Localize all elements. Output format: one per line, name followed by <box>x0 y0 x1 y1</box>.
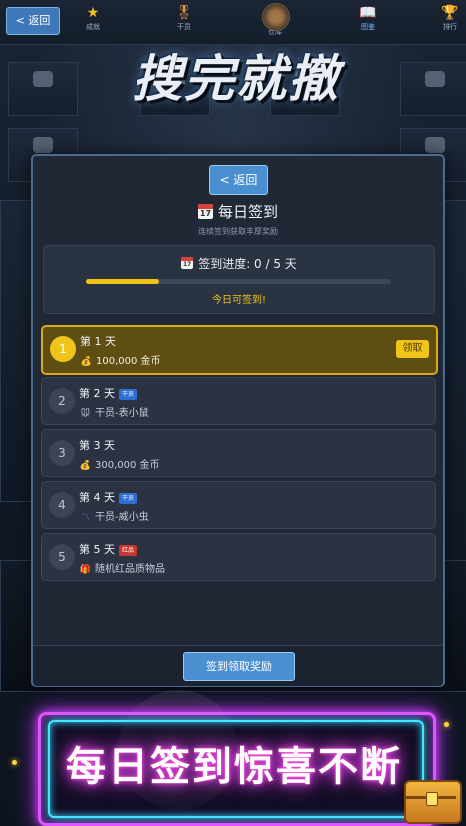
star-icon: ★ <box>86 5 100 21</box>
operator-tag: 干员 <box>119 389 138 400</box>
tab-codex[interactable]: 📖 图鉴 <box>343 4 393 32</box>
sparkle-icon <box>444 722 449 727</box>
promo-banner-text: 每日签到惊喜不断 <box>66 744 402 790</box>
background-shelf <box>0 200 32 502</box>
game-logo: 搜完就撤 <box>132 50 340 108</box>
medal-icon: 🎖 <box>175 5 193 21</box>
day-title: 第 4 天干员 <box>79 489 138 505</box>
tab-label: 成就 <box>86 23 100 31</box>
mouse-icon: 🐭 <box>80 409 91 419</box>
operator-tag: 干员 <box>119 493 138 504</box>
signin-day-row: 2 第 2 天干员 🐭 干员-表小鼠 <box>41 377 436 425</box>
day-reward: 💰 100,000 金币 <box>80 356 161 367</box>
dialog-title: 17 每日签到 <box>33 201 443 222</box>
dialog-back-button[interactable]: < 返回 <box>209 165 268 195</box>
progress-track <box>86 279 391 284</box>
dialog-title-text: 每日签到 <box>217 203 278 221</box>
day-number-badge: 4 <box>49 492 75 518</box>
progress-text: 签到进度: 0 / 5 天 <box>198 257 297 271</box>
coin-bag-icon: 💰 <box>79 461 92 471</box>
background-item-card <box>400 62 466 116</box>
dialog-subtitle: 连续签到获取丰厚奖励 <box>198 227 278 236</box>
signin-progress-panel: 17 签到进度: 0 / 5 天 今日可签到! <box>43 245 435 314</box>
day-reward: 💰 300,000 金币 <box>79 460 160 471</box>
day-title: 第 3 天 <box>79 439 115 452</box>
daily-signin-dialog: < 返回 17 每日签到 连续签到获取丰厚奖励 17 签到进度: 0 / 5 天 今… <box>31 154 445 687</box>
day-reward: 〽干员-威小虫 <box>80 512 149 523</box>
background-item-card <box>8 62 78 116</box>
red-quality-tag: 红品 <box>119 545 138 556</box>
worm-icon: 〽 <box>80 513 90 523</box>
day-title: 第 5 天红品 <box>79 541 138 557</box>
signin-day-row: 4 第 4 天干员 〽干员-威小虫 <box>41 481 436 529</box>
day-number-badge: 5 <box>49 544 75 570</box>
signin-day-row[interactable]: 1 第 1 天 💰 100,000 金币 领取 <box>41 325 438 375</box>
box-icon <box>262 3 290 31</box>
sparkle-icon <box>12 760 17 765</box>
calendar-icon: 17 <box>181 257 194 269</box>
treasure-chest-icon <box>404 780 462 824</box>
progress-status: 今日可签到! <box>211 295 266 306</box>
tab-achievements[interactable]: ★ 成就 <box>68 4 118 32</box>
tab-label: 干员 <box>177 23 191 31</box>
claim-button[interactable]: 领取 <box>396 340 429 358</box>
tab-label: 图鉴 <box>361 23 375 31</box>
top-navigation-bar: < 返回 ★ 成就 🎖 干员 仓库 📖 图鉴 🏆 排行 <box>0 0 466 45</box>
signin-day-row: 5 第 5 天红品 🎁 随机红品质物品 <box>41 533 436 581</box>
tab-label: 排行 <box>443 23 457 31</box>
tab-ranking[interactable]: 🏆 排行 <box>425 4 466 32</box>
day-number-badge: 2 <box>49 388 75 414</box>
signin-claim-button[interactable]: 签到领取奖励 <box>183 652 295 681</box>
tab-operators[interactable]: 🎖 干员 <box>159 4 209 32</box>
book-icon: 📖 <box>359 5 377 21</box>
day-title: 第 1 天 <box>80 335 116 348</box>
trophy-icon: 🏆 <box>441 5 459 21</box>
coin-bag-icon: 💰 <box>80 357 93 367</box>
day-reward: 🎁 随机红品质物品 <box>79 564 165 575</box>
day-reward: 🐭 干员-表小鼠 <box>80 408 149 419</box>
day-title: 第 2 天干员 <box>79 385 138 401</box>
gift-icon: 🎁 <box>79 565 92 575</box>
calendar-icon: 17 <box>197 204 213 219</box>
background-shelf <box>442 200 466 562</box>
day-number-badge: 1 <box>50 336 76 362</box>
progress-fill <box>86 279 160 284</box>
signin-day-row: 3 第 3 天 💰 300,000 金币 <box>41 429 436 477</box>
progress-label: 17 签到进度: 0 / 5 天 <box>44 255 434 272</box>
day-number-badge: 3 <box>49 440 75 466</box>
nav-back-button[interactable]: < 返回 <box>6 7 60 35</box>
